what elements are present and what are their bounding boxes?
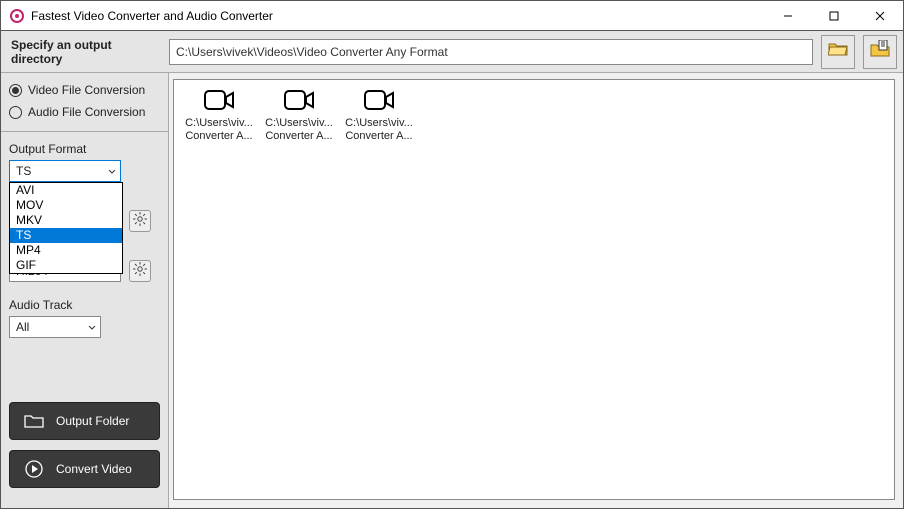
file-label-line2: Converter A...: [344, 130, 414, 143]
chevron-down-icon: [108, 164, 116, 178]
radio-icon: [9, 84, 22, 97]
audio-track-select[interactable]: All: [9, 316, 101, 338]
audio-track-label: Audio Track: [9, 298, 160, 312]
radio-label: Video File Conversion: [28, 83, 145, 97]
file-item[interactable]: C:\Users\viv... Converter A...: [184, 90, 254, 143]
video-file-icon: [204, 90, 234, 113]
file-label-line1: C:\Users\viv...: [344, 117, 414, 130]
window-title: Fastest Video Converter and Audio Conver…: [31, 9, 273, 23]
title-bar: Fastest Video Converter and Audio Conver…: [1, 1, 903, 31]
file-item[interactable]: C:\Users\viv... Converter A...: [264, 90, 334, 143]
button-label: Output Folder: [56, 414, 129, 428]
folder-open-icon: [828, 41, 848, 62]
option-mp4[interactable]: MP4: [10, 243, 122, 258]
output-directory-input[interactable]: [169, 39, 813, 65]
select-value: TS: [16, 164, 31, 178]
radio-audio-conversion[interactable]: Audio File Conversion: [9, 101, 160, 123]
convert-icon: [24, 459, 44, 479]
gear-icon: [133, 212, 147, 231]
video-file-icon: [364, 90, 394, 113]
chevron-down-icon: [88, 320, 96, 334]
content-area: Video File Conversion Audio File Convers…: [1, 73, 903, 508]
output-format-select[interactable]: TS AVI MOV MKV TS MP4 GIF: [9, 160, 121, 182]
gear-icon: [133, 262, 147, 281]
video-file-icon: [284, 90, 314, 113]
divider: [1, 131, 168, 132]
file-label-line1: C:\Users\viv...: [264, 117, 334, 130]
radio-label: Audio File Conversion: [28, 105, 145, 119]
output-directory-bar: Specify an output directory: [1, 31, 903, 73]
sidebar: Video File Conversion Audio File Convers…: [1, 73, 169, 508]
file-label-line2: Converter A...: [264, 130, 334, 143]
close-button[interactable]: [857, 1, 903, 31]
file-label-line1: C:\Users\viv...: [184, 117, 254, 130]
option-mkv[interactable]: MKV: [10, 213, 122, 228]
option-gif[interactable]: GIF: [10, 258, 122, 273]
folder-icon: [24, 411, 44, 431]
file-label-line2: Converter A...: [184, 130, 254, 143]
app-window: Fastest Video Converter and Audio Conver…: [0, 0, 904, 509]
option-ts[interactable]: TS: [10, 228, 122, 243]
radio-video-conversion[interactable]: Video File Conversion: [9, 79, 160, 101]
video-settings-button[interactable]: [129, 210, 151, 232]
minimize-button[interactable]: [765, 1, 811, 31]
file-item[interactable]: C:\Users\viv... Converter A...: [344, 90, 414, 143]
option-mov[interactable]: MOV: [10, 198, 122, 213]
codec-settings-button[interactable]: [129, 260, 151, 282]
output-format-dropdown: AVI MOV MKV TS MP4 GIF: [9, 182, 123, 274]
folder-document-icon: [870, 40, 890, 63]
output-format-label: Output Format: [9, 142, 160, 156]
output-folder-button[interactable]: Output Folder: [9, 402, 160, 440]
open-output-folder-button[interactable]: [863, 35, 897, 69]
file-grid: C:\Users\viv... Converter A... C:\Users\…: [184, 90, 884, 143]
button-label: Convert Video: [56, 462, 132, 476]
select-value: All: [16, 320, 29, 334]
convert-video-button[interactable]: Convert Video: [9, 450, 160, 488]
maximize-button[interactable]: [811, 1, 857, 31]
app-icon: [9, 8, 25, 24]
file-list-panel: C:\Users\viv... Converter A... C:\Users\…: [173, 79, 895, 500]
option-avi[interactable]: AVI: [10, 183, 122, 198]
output-directory-label: Specify an output directory: [11, 38, 161, 66]
radio-icon: [9, 106, 22, 119]
browse-folder-button[interactable]: [821, 35, 855, 69]
